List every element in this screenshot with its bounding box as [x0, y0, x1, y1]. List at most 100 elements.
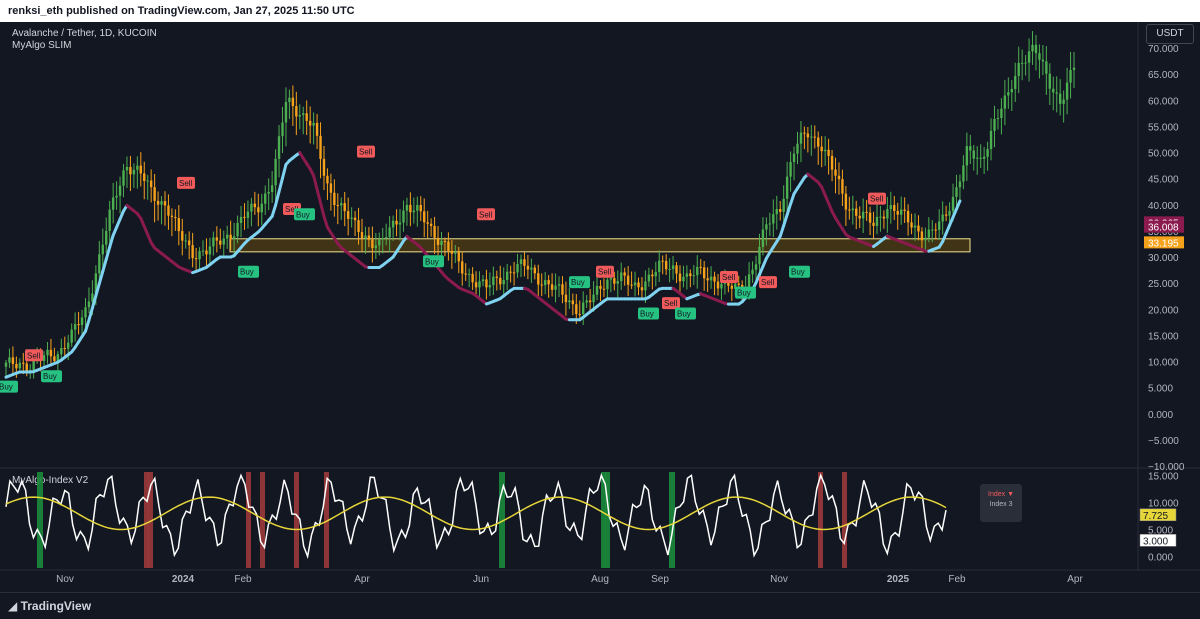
- candle-body: [527, 266, 529, 270]
- candle-body: [872, 223, 874, 226]
- signal-label: Buy: [240, 268, 254, 277]
- x-tick-label: Sep: [651, 574, 669, 585]
- candle-body: [447, 242, 449, 251]
- candle-body: [409, 205, 411, 212]
- candle-body: [779, 209, 781, 212]
- candle-body: [848, 210, 850, 211]
- candle-body: [119, 186, 121, 196]
- trend-band-segment: [85, 320, 88, 331]
- signal-label: Buy: [425, 257, 439, 266]
- candle-body: [309, 121, 311, 126]
- candle-body: [879, 217, 881, 218]
- candle-body: [997, 118, 999, 119]
- candle-body: [534, 268, 536, 274]
- x-tick-label: Aug: [591, 574, 609, 585]
- y-tick-label: 40.000: [1148, 201, 1179, 212]
- tradingview-logo[interactable]: ◢ TradingView: [8, 599, 91, 613]
- candle-body: [506, 272, 508, 280]
- candle-body: [292, 98, 294, 106]
- symbol-title: Avalanche / Tether, 1D, KUCOIN: [12, 28, 157, 39]
- candle-body: [15, 364, 17, 368]
- footer: ◢ TradingView: [0, 592, 1200, 619]
- x-tick-label: Jun: [473, 574, 489, 585]
- candle-body: [46, 350, 48, 355]
- candle-body: [976, 158, 978, 159]
- trend-band-segment: [317, 189, 320, 203]
- candle-body: [288, 98, 290, 102]
- index-legend-box[interactable]: Index ▼ Index 3: [980, 484, 1022, 522]
- candle-body: [1024, 63, 1026, 64]
- signal-label: Buy: [791, 268, 805, 277]
- candle-body: [1011, 89, 1013, 92]
- candle-body: [191, 245, 193, 258]
- candle-body: [247, 212, 249, 218]
- candle-body: [1000, 109, 1002, 118]
- candle-body: [610, 278, 612, 280]
- candle-body: [979, 158, 981, 159]
- candle-body: [883, 217, 885, 219]
- candle-body: [544, 280, 546, 285]
- candle-body: [641, 287, 643, 290]
- candle-body: [983, 157, 985, 159]
- candle-body: [340, 203, 342, 205]
- candle-body: [136, 166, 138, 170]
- candle-body: [43, 355, 45, 361]
- candle-body: [675, 265, 677, 273]
- price-label-text: 33.195: [1148, 238, 1179, 249]
- candle-body: [838, 176, 840, 179]
- candle-body: [375, 246, 377, 248]
- candle-body: [475, 282, 477, 287]
- candle-body: [914, 226, 916, 228]
- candle-body: [554, 286, 556, 290]
- candle-body: [302, 113, 304, 115]
- candle-body: [122, 170, 124, 185]
- candle-body: [890, 205, 892, 209]
- candle-body: [655, 272, 657, 276]
- candle-body: [900, 210, 902, 215]
- published-bar: renksi_eth published on TradingView.com,…: [0, 0, 1200, 23]
- candle-body: [112, 197, 114, 209]
- candle-body: [499, 278, 501, 284]
- candle-body: [344, 203, 346, 211]
- candle-body: [264, 194, 266, 204]
- candle-body: [274, 159, 276, 185]
- candle-body: [150, 181, 152, 188]
- candle-body: [1059, 94, 1061, 104]
- signal-label: Sell: [722, 273, 736, 282]
- tradingview-icon: ◢: [8, 599, 21, 613]
- candle-body: [392, 221, 394, 228]
- candle-body: [765, 224, 767, 229]
- candle-body: [267, 192, 269, 194]
- candle-body: [464, 274, 466, 275]
- trend-band-segment: [276, 192, 279, 206]
- candle-body: [143, 173, 145, 180]
- candle-body: [516, 264, 518, 272]
- x-tick-label: Nov: [770, 574, 788, 585]
- candle-body: [64, 348, 66, 349]
- candle-body: [941, 214, 943, 221]
- y-tick-label: 15.000: [1148, 331, 1179, 342]
- candle-body: [717, 282, 719, 289]
- candle-body: [219, 241, 221, 245]
- currency-button[interactable]: USDT: [1146, 24, 1194, 44]
- candle-body: [361, 232, 363, 238]
- candle-body: [769, 223, 771, 224]
- candle-body: [897, 211, 899, 215]
- y-tick-label: 0.000: [1148, 410, 1173, 421]
- candle-body: [928, 230, 930, 238]
- candle-body: [824, 150, 826, 151]
- y-tick-label: 55.000: [1148, 122, 1179, 133]
- candle-body: [395, 221, 397, 225]
- candle-body: [782, 199, 784, 212]
- candle-body: [285, 102, 287, 122]
- candle-body: [634, 282, 636, 285]
- candle-body: [388, 227, 390, 237]
- candle-body: [181, 231, 183, 241]
- candle-body: [966, 146, 968, 165]
- trend-band-segment: [784, 215, 787, 226]
- candle-body: [807, 134, 809, 138]
- candle-body: [661, 261, 663, 262]
- candle-body: [772, 214, 774, 223]
- candle-body: [105, 231, 107, 245]
- candle-body: [689, 273, 691, 276]
